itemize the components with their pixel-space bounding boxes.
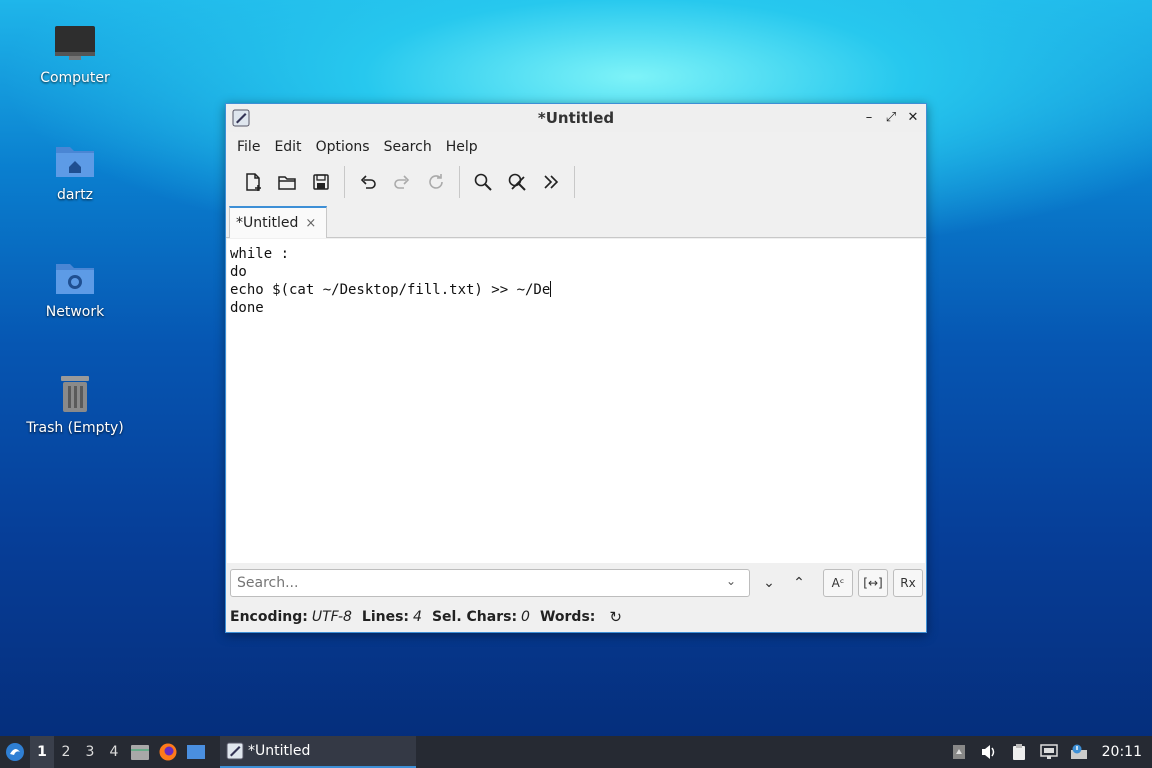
desktop-icon-label: Computer <box>40 70 110 86</box>
show-desktop-launcher[interactable] <box>182 736 210 768</box>
editor-line: while : <box>230 246 290 262</box>
home-folder-icon <box>56 147 94 177</box>
workspace-1[interactable]: 1 <box>30 736 54 768</box>
sel-chars-value: 0 <box>521 609 530 625</box>
sel-chars-label: Sel. Chars: <box>431 609 518 625</box>
search-history-dropdown-icon[interactable]: ⌄ <box>726 574 736 588</box>
title-bar[interactable]: *Untitled – ⤢ ✕ <box>226 104 926 132</box>
reload-icon[interactable] <box>421 167 451 197</box>
lubuntu-logo-icon <box>6 743 24 761</box>
file-manager-launcher[interactable] <box>126 736 154 768</box>
redo-icon[interactable] <box>387 167 417 197</box>
more-icon[interactable] <box>536 167 566 197</box>
words-label: Words: <box>539 609 596 625</box>
menu-search[interactable]: Search <box>377 139 439 155</box>
editor-line-text: echo $(cat ~/Desktop/fill.txt) >> ~/De <box>230 282 551 298</box>
regex-button[interactable]: Rx <box>893 569 923 597</box>
lines-value: 4 <box>413 609 422 625</box>
tab-close-icon[interactable]: × <box>305 216 316 231</box>
editor-window: *Untitled – ⤢ ✕ File Edit Options Search… <box>225 103 927 633</box>
desktop-icon-network[interactable]: Network <box>20 256 130 320</box>
toolbar-separator <box>574 166 575 198</box>
encoding-label: Encoding: <box>230 609 308 625</box>
replace-icon[interactable] <box>502 167 532 197</box>
toolbar-separator <box>344 166 345 198</box>
start-menu-button[interactable] <box>0 736 30 768</box>
menu-help[interactable]: Help <box>439 139 485 155</box>
text-editor-icon <box>232 109 250 127</box>
toolbar-separator <box>459 166 460 198</box>
system-tray: 20:11 <box>944 736 1152 768</box>
menu-bar: File Edit Options Search Help <box>226 132 926 162</box>
tab-bar: *Untitled × <box>226 202 926 238</box>
taskbar-task-untitled[interactable]: *Untitled <box>220 736 416 768</box>
taskbar: 1 2 3 4 *Untitled 20:11 <box>0 736 1152 768</box>
trash-icon <box>61 376 89 412</box>
tray-expand-icon[interactable] <box>944 736 974 768</box>
workspace-3[interactable]: 3 <box>78 736 102 768</box>
text-editor-area[interactable]: while : do echo $(cat ~/Desktop/fill.txt… <box>227 239 925 563</box>
close-icon[interactable]: ✕ <box>904 108 922 126</box>
desktop-icon-label: Network <box>45 304 105 320</box>
new-file-icon[interactable] <box>238 167 268 197</box>
network-folder-icon <box>56 264 94 294</box>
computer-icon <box>55 26 95 60</box>
match-case-button[interactable]: Aᶜ <box>823 569 853 597</box>
clipboard-icon[interactable] <box>1004 736 1034 768</box>
find-previous-button[interactable]: ⌃ <box>784 569 814 597</box>
menu-file[interactable]: File <box>230 139 267 155</box>
open-icon[interactable] <box>272 167 302 197</box>
task-label: *Untitled <box>248 743 311 759</box>
lines-label: Lines: <box>361 609 410 625</box>
firefox-icon <box>159 743 177 761</box>
text-editor-icon <box>226 742 244 760</box>
undo-icon[interactable] <box>353 167 383 197</box>
editor-line: done <box>230 300 264 316</box>
window-title: *Untitled <box>537 109 615 127</box>
file-manager-icon <box>131 745 149 760</box>
clock[interactable]: 20:11 <box>1094 736 1152 768</box>
tab-untitled[interactable]: *Untitled × <box>229 206 327 238</box>
refresh-word-count-icon[interactable]: ↻ <box>609 608 622 626</box>
desktop-icon-computer[interactable]: Computer <box>20 22 130 86</box>
desktop-icon-label: dartz <box>56 187 94 203</box>
save-icon[interactable] <box>306 167 336 197</box>
toolbar <box>226 162 926 202</box>
firefox-launcher[interactable] <box>154 736 182 768</box>
search-input[interactable] <box>230 569 750 597</box>
editor-line: echo $(cat ~/Desktop/fill.txt) >> ~/De <box>230 281 922 299</box>
whole-word-button[interactable]: [↔] <box>858 569 888 597</box>
find-next-button[interactable]: ⌄ <box>754 569 784 597</box>
editor-line: do <box>230 264 247 280</box>
update-notifier-icon[interactable] <box>1064 736 1094 768</box>
tab-label: *Untitled <box>236 215 299 231</box>
volume-icon[interactable] <box>974 736 1004 768</box>
minimize-icon[interactable]: – <box>860 108 878 126</box>
desktop-icon-home[interactable]: dartz <box>20 139 130 203</box>
text-cursor <box>550 281 552 297</box>
maximize-icon[interactable]: ⤢ <box>882 108 900 126</box>
workspace-4[interactable]: 4 <box>102 736 126 768</box>
desktop-icon-label: Trash (Empty) <box>26 420 124 436</box>
desktop-icon-trash[interactable]: Trash (Empty) <box>20 372 130 436</box>
show-desktop-icon <box>187 745 205 759</box>
find-icon[interactable] <box>468 167 498 197</box>
search-bar: ⌄ ⌄ ⌃ Aᶜ [↔] Rx <box>226 566 926 602</box>
encoding-value: UTF-8 <box>311 609 352 625</box>
menu-edit[interactable]: Edit <box>267 139 308 155</box>
menu-options[interactable]: Options <box>309 139 377 155</box>
workspace-2[interactable]: 2 <box>54 736 78 768</box>
status-bar: Encoding: UTF-8 Lines: 4 Sel. Chars: 0 W… <box>230 607 622 627</box>
network-icon[interactable] <box>1034 736 1064 768</box>
